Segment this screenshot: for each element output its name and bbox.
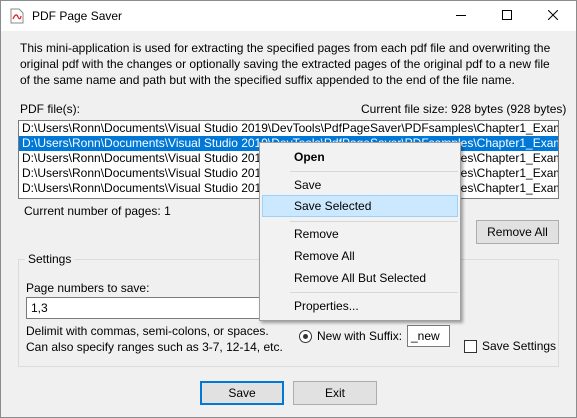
menu-separator (290, 171, 458, 172)
remove-all-button[interactable]: Remove All (476, 220, 559, 244)
page-numbers-label: Page numbers to save: (26, 281, 150, 295)
menu-item-open[interactable]: Open (262, 146, 458, 168)
save-settings-label: Save Settings (482, 339, 557, 353)
main-window: PDF Page Saver This mini-application is … (0, 0, 577, 418)
context-menu: Open Save Save Selected Remove Remove Al… (259, 142, 461, 321)
close-icon (547, 9, 559, 23)
description-text: This mini-application is used for extrac… (20, 41, 551, 87)
maximize-icon (502, 9, 512, 23)
menu-item-properties[interactable]: Properties... (262, 295, 458, 317)
current-file-size: Current file size: 928 bytes (928 bytes) (361, 102, 567, 116)
app-icon (10, 8, 24, 24)
window-title: PDF Page Saver (32, 9, 123, 23)
suffix-input[interactable]: _new (407, 325, 450, 347)
menu-item-remove[interactable]: Remove (262, 223, 458, 245)
menu-separator (290, 292, 458, 293)
settings-group-title: Settings (25, 252, 75, 266)
suffix-radio[interactable] (299, 330, 312, 343)
minimize-button[interactable] (438, 1, 484, 31)
suffix-label: New with Suffix: (317, 329, 403, 343)
radio-selected-dot (303, 334, 308, 339)
menu-item-remove-all-but-selected[interactable]: Remove All But Selected (262, 267, 458, 289)
menu-item-save-selected[interactable]: Save Selected (262, 195, 458, 217)
menu-item-save[interactable]: Save (262, 174, 458, 196)
page-count-label: Current number of pages: 1 (24, 204, 171, 218)
maximize-button[interactable] (484, 1, 530, 31)
range-hint-text: Can also specify ranges such as 3-7, 12-… (26, 340, 283, 354)
menu-separator (290, 221, 458, 222)
title-bar[interactable]: PDF Page Saver (1, 1, 576, 31)
close-button[interactable] (530, 1, 576, 31)
minimize-icon (456, 9, 466, 23)
pdf-files-label: PDF file(s): (20, 102, 80, 116)
exit-button[interactable]: Exit (293, 381, 377, 405)
menu-item-remove-all[interactable]: Remove All (262, 245, 458, 267)
delimit-hint-text: Delimit with commas, semi-colons, or spa… (26, 324, 269, 338)
save-button[interactable]: Save (200, 381, 284, 405)
list-item[interactable]: D:\Users\Ronn\Documents\Visual Studio 20… (19, 121, 558, 136)
save-settings-checkbox[interactable] (464, 340, 477, 353)
page-numbers-input[interactable]: 1,3 (26, 297, 281, 319)
